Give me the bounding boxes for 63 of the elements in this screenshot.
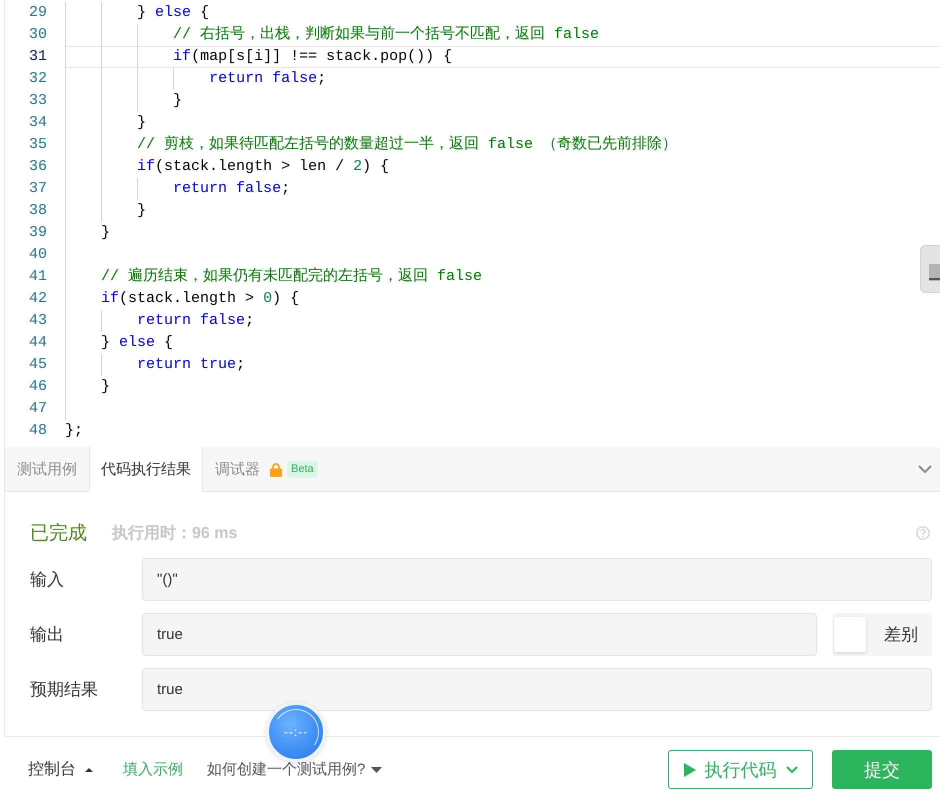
field-label: 输入	[30, 570, 64, 589]
line-number: 48	[28, 421, 47, 441]
result-field: true	[142, 668, 932, 711]
field-label: 预期结果	[30, 680, 98, 699]
code-line: return false;	[209, 69, 326, 89]
line-number: 35	[28, 135, 47, 155]
code-line: } else {	[101, 333, 174, 353]
run-button[interactable]: 执行代码	[668, 750, 813, 789]
line-number: 42	[28, 289, 47, 309]
play-icon	[684, 762, 696, 776]
lock-icon	[270, 462, 282, 476]
line-number: 46	[28, 377, 47, 397]
line-number: 36	[28, 157, 47, 177]
caret-down-icon	[371, 766, 382, 772]
code-line: return true;	[137, 355, 246, 375]
beta-badge: Beta	[287, 460, 318, 478]
console-tab[interactable]: 代码执行结果	[89, 447, 203, 492]
line-number: 31	[28, 47, 47, 67]
line-number: 41	[28, 267, 47, 287]
timer-button[interactable]: --:--	[266, 702, 326, 762]
chevron-down-icon	[786, 766, 798, 774]
result-field: "()"	[142, 558, 932, 601]
line-number: 47	[28, 399, 47, 419]
line-number: 30	[28, 25, 47, 45]
diff-toggle[interactable]: 差别	[833, 613, 932, 656]
code-line: }	[137, 201, 146, 221]
console-tab[interactable]: 测试用例	[5, 447, 89, 491]
code-line: return false;	[137, 311, 254, 331]
line-number: 38	[28, 201, 47, 221]
side-tab-icon[interactable]	[920, 245, 940, 293]
code-line: }	[101, 377, 110, 397]
code-line: // 剪枝，如果待匹配左括号的数量超过一半，返回 false （奇数已先前排除）	[137, 134, 678, 155]
code-line: }	[173, 91, 182, 111]
line-number: 34	[28, 113, 47, 133]
line-number: 33	[28, 91, 47, 111]
line-number: 45	[28, 355, 47, 375]
code-line: }	[101, 223, 110, 243]
caret-up-icon	[85, 768, 93, 772]
code-line: }	[137, 113, 146, 133]
console-button[interactable]: 控制台	[28, 750, 93, 789]
code-line: };	[65, 421, 84, 441]
line-number: 32	[28, 69, 47, 89]
code-line: return false;	[173, 179, 290, 199]
line-number: 29	[28, 3, 47, 23]
code-line: if(stack.length > 0) {	[101, 289, 300, 309]
line-number: 44	[28, 333, 47, 353]
chevron-down-icon[interactable]	[918, 464, 932, 474]
code-line: } else {	[137, 3, 210, 23]
submit-button[interactable]: 提交	[832, 750, 932, 789]
line-number: 37	[28, 179, 47, 199]
line-number: 43	[28, 311, 47, 331]
field-label: 输出	[30, 625, 64, 644]
line-number: 40	[28, 245, 47, 265]
code-line: // 遍历结束，如果仍有未匹配完的左括号，返回 false	[101, 266, 482, 287]
fill-example-link[interactable]: 填入示例	[123, 750, 183, 789]
console-tab[interactable]: 调试器	[203, 447, 282, 491]
runtime-text: 执行用时：96 ms	[112, 524, 238, 544]
code-line: // 右括号，出栈，判断如果与前一个括号不匹配，返回 false	[173, 24, 600, 45]
code-line: if(stack.length > len / 2) {	[137, 157, 390, 177]
line-number: 39	[28, 223, 47, 243]
status-text: 已完成	[30, 522, 87, 546]
result-field: true	[142, 613, 817, 656]
code-line: if(map[s[i]] !== stack.pop()) {	[173, 47, 452, 67]
